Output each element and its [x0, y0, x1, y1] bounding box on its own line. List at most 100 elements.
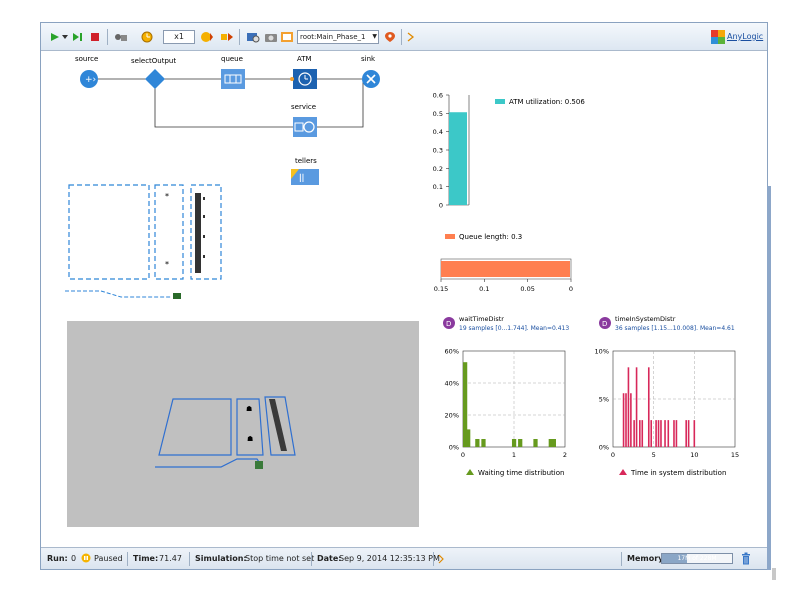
- wait-time-x-tick-label: 1: [512, 451, 516, 459]
- system-time-bar: [685, 420, 687, 447]
- system-time-bar: [625, 393, 627, 447]
- wait-time-bar: [481, 439, 486, 447]
- queue-label: queue: [221, 55, 243, 63]
- system-time-x-tick-label: 5: [652, 451, 656, 459]
- system-time-bar: [687, 420, 690, 447]
- wait-time-legend-icon: [466, 469, 474, 475]
- utilization-legend: ATM utilization: 0.506: [509, 98, 585, 106]
- navigation-icon[interactable]: [279, 29, 295, 45]
- select-output-block[interactable]: selectOutput: [131, 57, 176, 89]
- play-icon[interactable]: [49, 29, 61, 45]
- run-label: Run:: [47, 554, 68, 563]
- utilization-tick-label: 0.6: [433, 92, 443, 100]
- system-time-x-tick-label: 15: [731, 451, 739, 459]
- sink-label: sink: [361, 55, 376, 63]
- source-block[interactable]: +› source: [75, 55, 98, 88]
- system-time-bar: [657, 420, 660, 447]
- memory-bar: 17M of 228M: [661, 553, 733, 564]
- root-selector-label: root:Main_Phase_1: [300, 33, 366, 41]
- atm-label: ATM: [297, 55, 312, 63]
- system-time-y-tick-label: 10%: [595, 348, 609, 356]
- flowchart: +› source selectOutput queue ATM sink se…: [75, 55, 380, 185]
- wait-time-x-tick-label: 0: [461, 451, 465, 459]
- toolbar-separator: [239, 29, 240, 45]
- system-time-bar: [641, 420, 644, 447]
- model-settings-icon[interactable]: [245, 29, 261, 45]
- tellers-label: tellers: [295, 157, 317, 165]
- wait-time-legend: Waiting time distribution: [478, 469, 564, 477]
- atm-block[interactable]: ATM: [290, 55, 317, 89]
- queue-block[interactable]: queue: [221, 55, 245, 89]
- clock-icon[interactable]: [139, 29, 155, 45]
- time-value: 71.47: [159, 554, 182, 563]
- wait-time-bar: [518, 439, 523, 447]
- camera-icon[interactable]: [263, 29, 279, 45]
- system-time-bar: [633, 420, 635, 447]
- service-block[interactable]: service: [291, 103, 317, 137]
- trash-icon[interactable]: [741, 552, 751, 565]
- view-3d[interactable]: ☗ ☗: [67, 321, 419, 527]
- status-separator: [127, 552, 128, 566]
- person-icon: ☗: [247, 435, 253, 443]
- svg-text:D: D: [446, 320, 451, 328]
- system-time-bar: [655, 420, 657, 447]
- step-to-icon[interactable]: [71, 29, 85, 45]
- chevron-down-icon[interactable]: [61, 29, 69, 45]
- virtual-time-icon[interactable]: [219, 29, 235, 45]
- run-arrow-icon[interactable]: [405, 29, 417, 45]
- system-time-bar: [639, 420, 641, 447]
- utilization-tick-label: 0.4: [433, 128, 443, 136]
- system-time-bar: [622, 393, 625, 447]
- model-window: x1 root:Main_Phase_1 ▼ AnyLogic +› sourc…: [40, 22, 768, 570]
- system-time-bar: [630, 393, 632, 447]
- layout-2d: * *: [65, 184, 222, 299]
- system-time-bar: [627, 367, 630, 447]
- slow-down-icon[interactable]: [113, 29, 129, 45]
- wait-time-histogram: D waitTimeDistr 19 samples [0...1.744]. …: [443, 315, 569, 477]
- wait-time-bar: [533, 439, 538, 447]
- person-icon: *: [165, 260, 169, 269]
- system-time-y-tick-label: 0%: [599, 444, 609, 452]
- wait-time-y-tick-label: 0%: [449, 444, 459, 452]
- tellers-block[interactable]: ꟾꟾ tellers: [291, 157, 319, 185]
- wait-time-stats: 19 samples [0...1.744]. Mean=0.413: [459, 325, 569, 332]
- wait-time-y-tick-label: 20%: [445, 412, 459, 420]
- root-selector[interactable]: root:Main_Phase_1 ▼: [297, 30, 379, 44]
- speed-up-icon[interactable]: [199, 29, 215, 45]
- svg-text:ꟾꟾ: ꟾꟾ: [299, 173, 304, 185]
- svg-text:D: D: [602, 320, 607, 328]
- svg-text:+›: +›: [85, 75, 96, 85]
- utilization-tick-label: 0.3: [433, 147, 443, 155]
- system-time-stats: 36 samples [1.15...10.008]. Mean=4.61: [615, 325, 735, 332]
- wait-time-bar: [511, 439, 517, 447]
- system-time-bar: [673, 420, 675, 447]
- wait-time-x-tick-label: 2: [563, 451, 567, 459]
- system-time-legend: Time in system distribution: [630, 469, 726, 477]
- toolbar-separator: [107, 29, 108, 45]
- queue-length-tick-label: 0.05: [520, 285, 534, 293]
- status-separator: [621, 552, 622, 566]
- system-time-bar: [635, 367, 638, 447]
- brand-link[interactable]: AnyLogic: [727, 32, 763, 41]
- run-value: 0: [71, 554, 77, 563]
- utilization-tick-label: 0.2: [433, 165, 443, 173]
- navigate-to-icon[interactable]: [383, 29, 397, 45]
- system-time-bar: [647, 367, 650, 447]
- status-separator: [433, 552, 434, 566]
- run-state: Paused: [94, 554, 123, 563]
- speed-field: x1: [163, 30, 195, 44]
- stop-icon[interactable]: [89, 29, 101, 45]
- system-time-x-tick-label: 0: [611, 451, 615, 459]
- wait-time-bar: [475, 439, 480, 447]
- scroll-corner: [772, 568, 776, 580]
- vertical-scrollbar[interactable]: [767, 186, 771, 570]
- queue-length-legend-swatch: [445, 234, 455, 239]
- model-canvas: +› source selectOutput queue ATM sink se…: [65, 55, 739, 527]
- source-label: source: [75, 55, 98, 63]
- date-value: Sep 9, 2014 12:35:13 PM: [339, 554, 440, 563]
- wait-time-name: waitTimeDistr: [459, 315, 504, 323]
- person-icon: *: [165, 192, 169, 201]
- chevron-right-icon[interactable]: [437, 554, 445, 564]
- status-bar: Run: 0 Paused Time: 71.47 Simulation: St…: [41, 547, 767, 569]
- sink-block[interactable]: sink: [361, 55, 380, 88]
